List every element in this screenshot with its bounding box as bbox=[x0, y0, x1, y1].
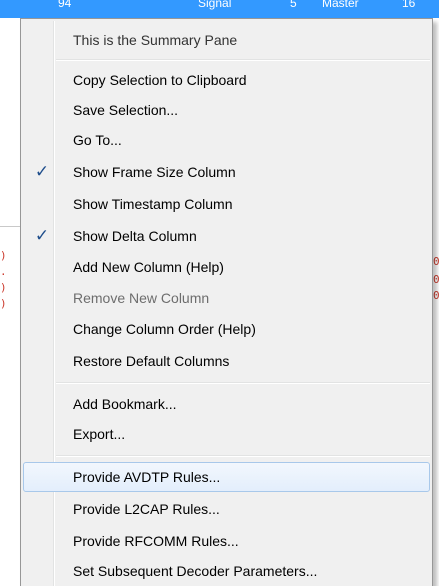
right-glyph: 0 bbox=[433, 255, 439, 268]
left-glyph: . bbox=[0, 265, 7, 278]
cell-role: Master bbox=[322, 0, 359, 10]
menu-item-label: Remove New Column bbox=[73, 290, 210, 306]
context-menu: This is the Summary Pane Copy Selection … bbox=[20, 18, 433, 586]
menu-item-show-delta-column[interactable]: ✓ Show Delta Column bbox=[23, 221, 430, 251]
menu-item-label: Provide L2CAP Rules... bbox=[73, 501, 220, 517]
menu-item-label: Add Bookmark... bbox=[73, 396, 177, 412]
menu-item-label: Copy Selection to Clipboard bbox=[73, 72, 247, 88]
menu-item-provide-rfcomm-rules[interactable]: Provide RFCOMM Rules... bbox=[23, 526, 430, 556]
menu-item-restore-default-columns[interactable]: Restore Default Columns bbox=[23, 346, 430, 376]
menu-item-label: Show Delta Column bbox=[73, 228, 197, 244]
checkmark-icon: ✓ bbox=[34, 162, 50, 181]
menu-item-label: Restore Default Columns bbox=[73, 353, 230, 369]
menu-separator bbox=[56, 382, 430, 384]
menu-item-label: Go To... bbox=[73, 132, 122, 148]
summary-selected-row[interactable]: 94 Signal 5 Master 16 bbox=[0, 0, 439, 18]
menu-item-remove-new-column: Remove New Column bbox=[23, 283, 430, 313]
left-glyph: ) bbox=[0, 281, 7, 294]
menu-item-label: Export... bbox=[73, 426, 126, 442]
menu-item-label: Show Frame Size Column bbox=[73, 164, 236, 180]
left-glyph: ) bbox=[0, 297, 7, 310]
menu-item-label: Save Selection... bbox=[73, 102, 179, 118]
menu-item-copy-selection[interactable]: Copy Selection to Clipboard bbox=[23, 65, 430, 95]
menu-separator bbox=[56, 455, 430, 457]
menu-header: This is the Summary Pane bbox=[23, 25, 430, 55]
menu-item-change-column-order[interactable]: Change Column Order (Help) bbox=[23, 314, 430, 344]
checkmark-icon: ✓ bbox=[34, 226, 50, 245]
pane-divider bbox=[0, 226, 22, 227]
menu-item-show-frame-size-column[interactable]: ✓ Show Frame Size Column bbox=[23, 157, 430, 187]
menu-item-label: Change Column Order (Help) bbox=[73, 321, 256, 337]
menu-item-add-bookmark[interactable]: Add Bookmark... bbox=[23, 389, 430, 419]
menu-item-label: Provide RFCOMM Rules... bbox=[73, 533, 239, 549]
cell-size: 5 bbox=[290, 0, 297, 10]
menu-item-add-new-column[interactable]: Add New Column (Help) bbox=[23, 252, 430, 282]
menu-item-label: Provide AVDTP Rules... bbox=[73, 469, 221, 485]
menu-separator bbox=[56, 59, 430, 61]
menu-item-provide-l2cap-rules[interactable]: Provide L2CAP Rules... bbox=[23, 494, 430, 524]
menu-item-label: Add New Column (Help) bbox=[73, 259, 224, 275]
menu-item-go-to[interactable]: Go To... bbox=[23, 125, 430, 155]
menu-header-label: This is the Summary Pane bbox=[73, 32, 238, 48]
menu-item-save-selection[interactable]: Save Selection... bbox=[23, 95, 430, 125]
cell-type: Signal bbox=[198, 0, 232, 10]
menu-item-label: Show Timestamp Column bbox=[73, 196, 233, 212]
right-glyph: 0 bbox=[433, 289, 439, 302]
left-glyph: ) bbox=[0, 249, 7, 262]
screen: 94 Signal 5 Master 16 ) . ) ) 0 0 0 This… bbox=[0, 0, 439, 586]
cell-frame-number: 94 bbox=[58, 0, 72, 10]
menu-item-export[interactable]: Export... bbox=[23, 419, 430, 449]
right-glyph: 0 bbox=[433, 273, 439, 286]
cell-value: 16 bbox=[402, 0, 416, 10]
menu-item-set-decoder-parameters[interactable]: Set Subsequent Decoder Parameters... bbox=[23, 556, 430, 586]
menu-item-provide-avdtp-rules[interactable]: Provide AVDTP Rules... bbox=[23, 462, 430, 492]
menu-item-show-timestamp-column[interactable]: Show Timestamp Column bbox=[23, 189, 430, 219]
menu-item-label: Set Subsequent Decoder Parameters... bbox=[73, 563, 318, 579]
